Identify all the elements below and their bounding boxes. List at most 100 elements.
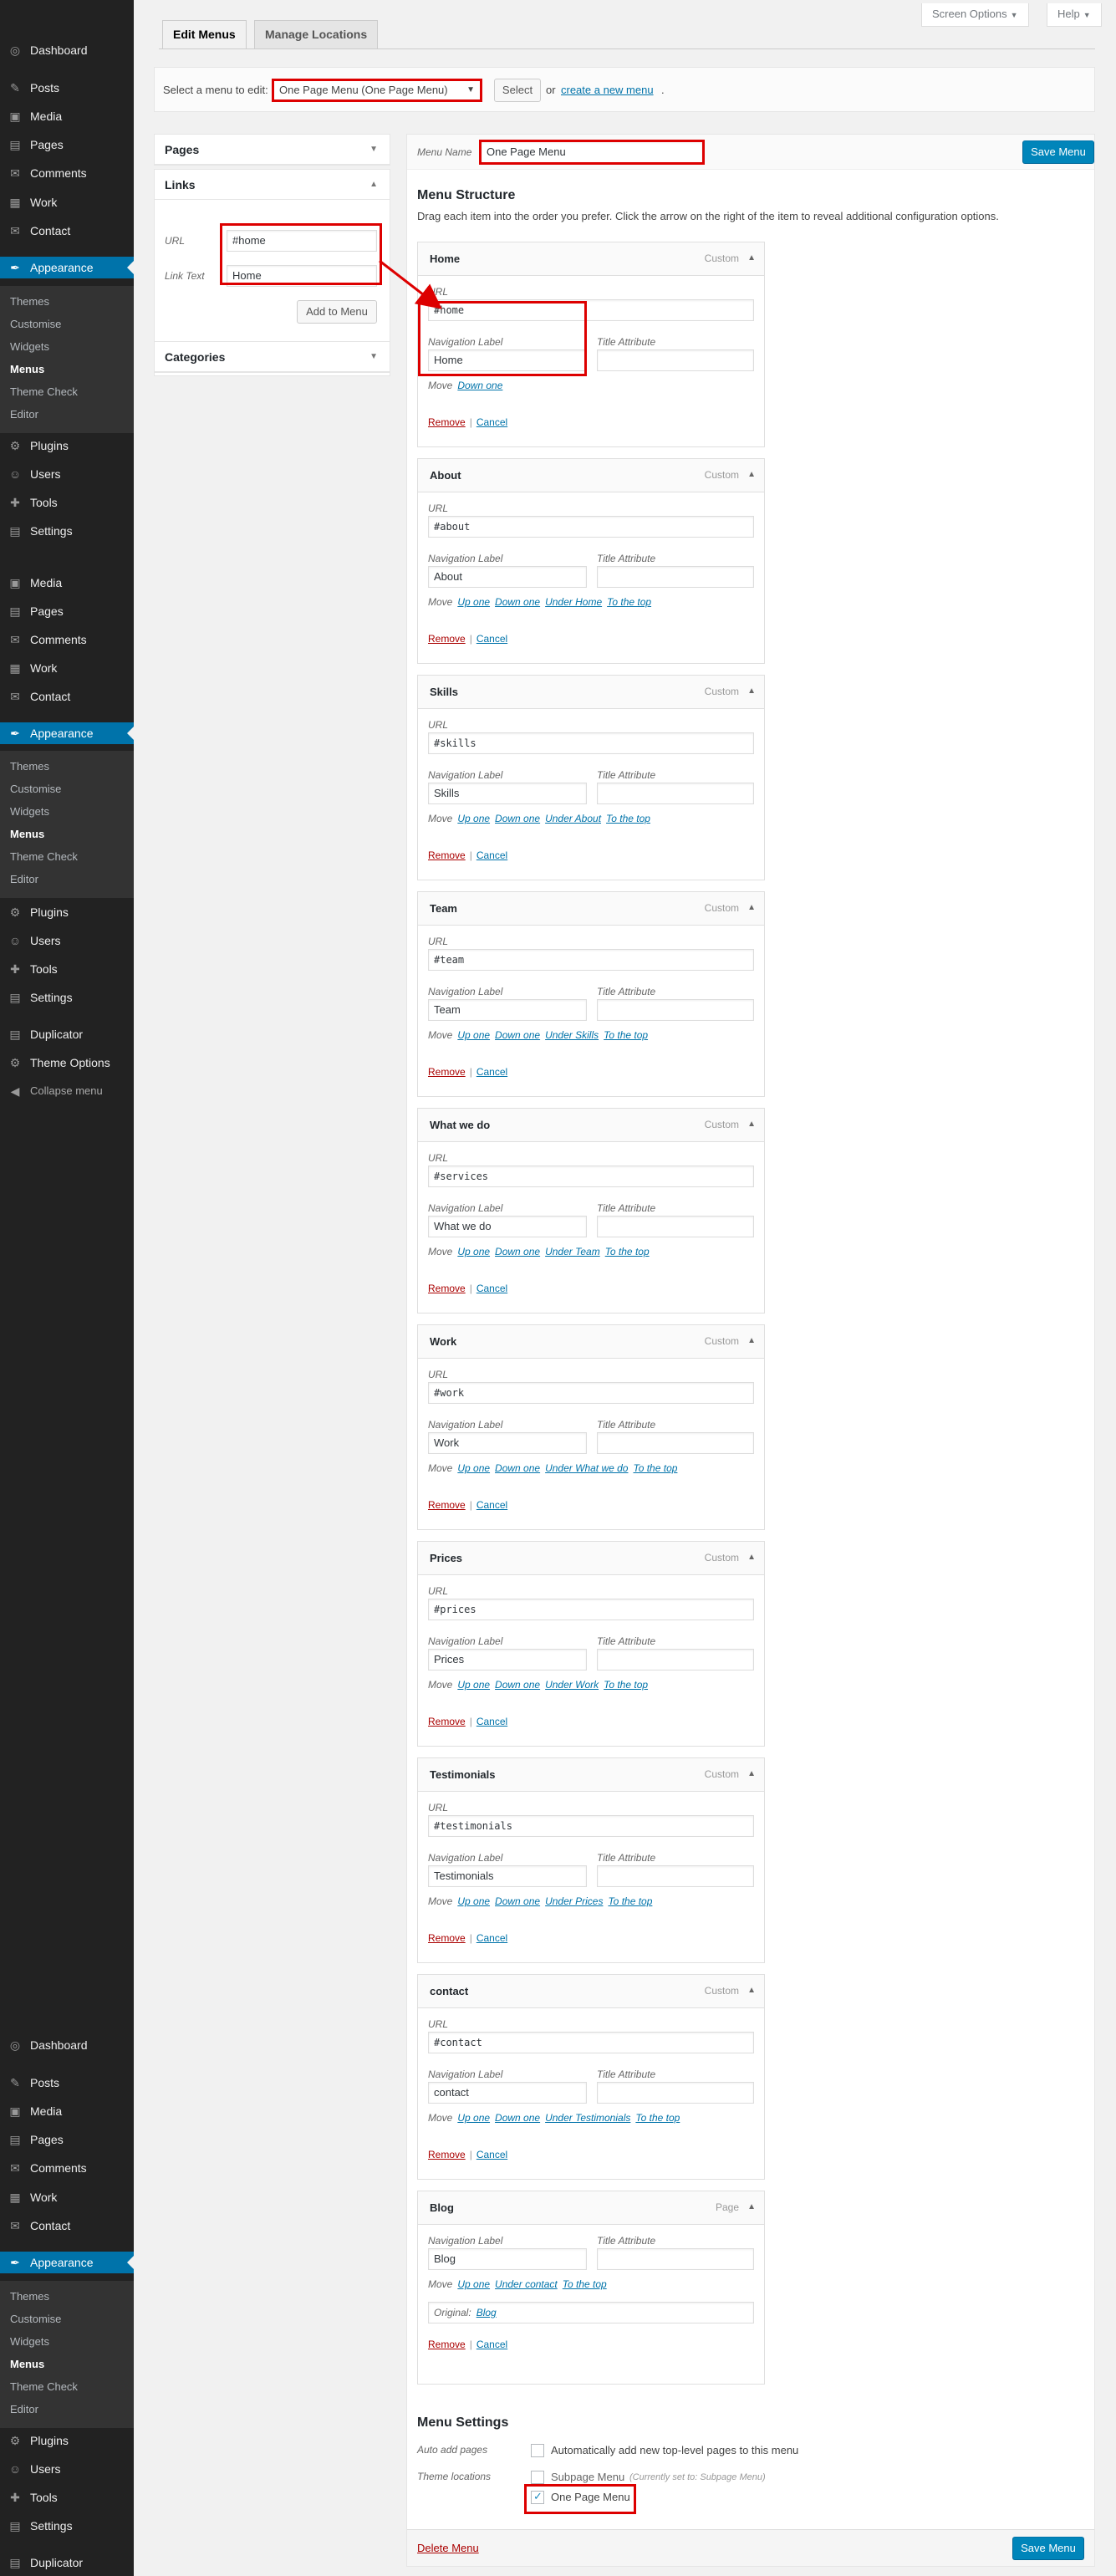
cancel-link[interactable]: Cancel bbox=[476, 1932, 507, 1944]
sidebar-item-comments[interactable]: ✉ Comments bbox=[0, 162, 134, 184]
cancel-link[interactable]: Cancel bbox=[476, 849, 507, 861]
caret-up-icon[interactable]: ▲ bbox=[747, 470, 756, 479]
menu-item-handle[interactable]: What we do Custom ▲ bbox=[418, 1109, 764, 1142]
url-input[interactable]: #team bbox=[428, 949, 754, 971]
original-link[interactable]: Blog bbox=[476, 2307, 497, 2318]
submenu-item[interactable]: Widgets bbox=[10, 2333, 49, 2351]
caret-up-icon[interactable]: ▲ bbox=[747, 1986, 756, 1995]
move-link[interactable]: To the top bbox=[608, 1895, 652, 1907]
save-menu-button-top[interactable]: Save Menu bbox=[1022, 140, 1094, 164]
move-link[interactable]: To the top bbox=[633, 1462, 677, 1474]
save-menu-button-bottom[interactable]: Save Menu bbox=[1012, 2537, 1084, 2560]
sidebar-item-appearance[interactable]: ✒ Appearance bbox=[0, 722, 134, 744]
navigation-label-input[interactable]: Testimonials bbox=[428, 1865, 587, 1887]
title-attribute-input[interactable] bbox=[597, 2248, 754, 2270]
cancel-link[interactable]: Cancel bbox=[476, 1499, 507, 1511]
sidebar-item-pages[interactable]: ▤ Pages bbox=[0, 2129, 134, 2150]
cancel-link[interactable]: Cancel bbox=[476, 2149, 507, 2160]
sidebar-item-pages[interactable]: ▤ Pages bbox=[0, 134, 134, 156]
move-link[interactable]: Up one bbox=[457, 1895, 490, 1907]
navigation-label-input[interactable]: Team bbox=[428, 999, 587, 1021]
screen-options-button[interactable]: Screen Options ▼ bbox=[921, 3, 1029, 27]
link-url-input[interactable]: #home bbox=[227, 230, 377, 252]
sidebar-item-appearance[interactable]: ✒ Appearance bbox=[0, 2252, 134, 2273]
remove-link[interactable]: Remove bbox=[428, 633, 466, 645]
menu-item-handle[interactable]: Team Custom ▲ bbox=[418, 892, 764, 926]
move-link[interactable]: To the top bbox=[563, 2278, 607, 2290]
url-input[interactable]: #work bbox=[428, 1382, 754, 1404]
cancel-link[interactable]: Cancel bbox=[476, 2339, 507, 2350]
caret-up-icon[interactable]: ▲ bbox=[747, 686, 756, 696]
sidebar-item-dashboard[interactable]: ◎ Dashboard bbox=[0, 2034, 134, 2056]
remove-link[interactable]: Remove bbox=[428, 849, 466, 861]
move-link[interactable]: Down one bbox=[495, 1462, 540, 1474]
sidebar-item-users[interactable]: ☺ Users bbox=[0, 463, 134, 485]
submenu-item[interactable]: Widgets bbox=[10, 803, 49, 821]
navigation-label-input[interactable]: Blog bbox=[428, 2248, 587, 2270]
cancel-link[interactable]: Cancel bbox=[476, 1066, 507, 1078]
move-link[interactable]: Under Home bbox=[545, 596, 602, 608]
sidebar-item-duplicator[interactable]: ▤ Duplicator bbox=[0, 1023, 134, 1045]
menu-item-handle[interactable]: About Custom ▲ bbox=[418, 459, 764, 492]
move-link[interactable]: To the top bbox=[604, 1029, 648, 1041]
sidebar-item-pages[interactable]: ▤ Pages bbox=[0, 600, 134, 622]
menu-item-handle[interactable]: Prices Custom ▲ bbox=[418, 1542, 764, 1575]
sidebar-item-duplicator[interactable]: ▤ Duplicator bbox=[0, 2552, 134, 2573]
pages-metabox-header[interactable]: Pages ▼ bbox=[155, 135, 390, 165]
sidebar-item-dashboard[interactable]: ◎ Dashboard bbox=[0, 39, 134, 61]
move-link[interactable]: Up one bbox=[457, 1029, 490, 1041]
title-attribute-input[interactable] bbox=[597, 999, 754, 1021]
move-link[interactable]: Under contact bbox=[495, 2278, 558, 2290]
caret-up-icon[interactable]: ▲ bbox=[747, 1336, 756, 1345]
move-link[interactable]: Up one bbox=[457, 813, 490, 824]
menu-item-handle[interactable]: Work Custom ▲ bbox=[418, 1325, 764, 1359]
tab-manage-locations[interactable]: Manage Locations bbox=[254, 20, 379, 48]
move-link[interactable]: To the top bbox=[605, 1246, 650, 1257]
tab-edit-menus[interactable]: Edit Menus bbox=[162, 20, 247, 49]
sidebar-item-comments[interactable]: ✉ Comments bbox=[0, 2157, 134, 2179]
sidebar-item-contact[interactable]: ✉ Contact bbox=[0, 2215, 134, 2237]
sidebar-item-comments[interactable]: ✉ Comments bbox=[0, 629, 134, 650]
sidebar-item-users[interactable]: ☺ Users bbox=[0, 930, 134, 951]
sidebar-item-plugins[interactable]: ⚙ Plugins bbox=[0, 2430, 134, 2451]
sidebar-item-posts[interactable]: ✎ Posts bbox=[0, 77, 134, 99]
add-to-menu-button[interactable]: Add to Menu bbox=[297, 300, 377, 324]
move-link[interactable]: Under What we do bbox=[545, 1462, 628, 1474]
link-text-input[interactable]: Home bbox=[227, 265, 377, 287]
sidebar-item-posts[interactable]: ✎ Posts bbox=[0, 2072, 134, 2094]
sidebar-item-users[interactable]: ☺ Users bbox=[0, 2458, 134, 2480]
move-link[interactable]: Up one bbox=[457, 1246, 490, 1257]
sidebar-item-theme-options[interactable]: ⚙ Theme Options bbox=[0, 1052, 134, 1074]
title-attribute-input[interactable] bbox=[597, 1432, 754, 1454]
title-attribute-input[interactable] bbox=[597, 1649, 754, 1671]
auto-add-checkbox[interactable] bbox=[531, 2444, 544, 2457]
cancel-link[interactable]: Cancel bbox=[476, 1283, 507, 1294]
submenu-item[interactable]: Editor bbox=[10, 2400, 38, 2419]
move-link[interactable]: To the top bbox=[604, 1679, 648, 1691]
menu-name-input[interactable]: One Page Menu bbox=[479, 140, 705, 165]
one-page-menu-checkbox[interactable] bbox=[531, 2490, 544, 2504]
title-attribute-input[interactable] bbox=[597, 1216, 754, 1237]
move-link[interactable]: Down one bbox=[495, 1679, 540, 1691]
navigation-label-input[interactable]: Prices bbox=[428, 1649, 587, 1671]
delete-menu-link[interactable]: Delete Menu bbox=[417, 2542, 479, 2554]
menu-item-handle[interactable]: Blog Page ▲ bbox=[418, 2191, 764, 2225]
links-metabox-header[interactable]: Links ▲ bbox=[155, 170, 390, 200]
sidebar-item-plugins[interactable]: ⚙ Plugins bbox=[0, 435, 134, 457]
url-input[interactable]: #about bbox=[428, 516, 754, 538]
menu-item-handle[interactable]: Skills Custom ▲ bbox=[418, 676, 764, 709]
title-attribute-input[interactable] bbox=[597, 349, 754, 371]
remove-link[interactable]: Remove bbox=[428, 1066, 466, 1078]
submenu-item[interactable]: Customise bbox=[10, 780, 61, 798]
submenu-item[interactable]: Widgets bbox=[10, 338, 49, 356]
move-link[interactable]: Up one bbox=[457, 2278, 490, 2290]
submenu-item[interactable]: Editor bbox=[10, 406, 38, 424]
menu-item-handle[interactable]: Home Custom ▲ bbox=[418, 242, 764, 276]
caret-up-icon[interactable]: ▲ bbox=[747, 1120, 756, 1129]
move-link[interactable]: Under About bbox=[545, 813, 601, 824]
remove-link[interactable]: Remove bbox=[428, 1716, 466, 1727]
sidebar-item-media[interactable]: ▣ Media bbox=[0, 105, 134, 127]
cancel-link[interactable]: Cancel bbox=[476, 416, 507, 428]
sidebar-item-work[interactable]: ▦ Work bbox=[0, 2186, 134, 2208]
title-attribute-input[interactable] bbox=[597, 1865, 754, 1887]
